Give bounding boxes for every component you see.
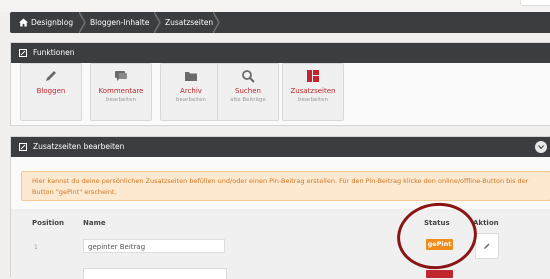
breadcrumb: Designblog Bloggen-Inhalte Zusatzseiten	[10, 12, 550, 33]
functions-panel-header: Funktionen	[11, 43, 550, 63]
page-name-input[interactable]: gepinter Beitrag	[83, 239, 225, 253]
page-name-input-row2[interactable]	[83, 268, 227, 279]
tile-label: Suchen	[235, 87, 261, 95]
comment-icon	[115, 71, 127, 81]
info-notice: Hier kannst du deine persönlichen Zusatz…	[21, 171, 550, 201]
edit-square-icon	[19, 49, 27, 57]
tile-sublabel: bearbeiten	[106, 97, 136, 103]
layout-icon	[307, 70, 319, 82]
pencil-icon	[484, 243, 490, 249]
column-header-position: Position	[32, 219, 65, 227]
tile-archiv[interactable]: Archiv bearbeiten	[160, 63, 222, 121]
tile-sublabel: bearbeiten	[298, 97, 328, 103]
column-header-name: Name	[83, 219, 106, 227]
search-icon	[242, 70, 255, 83]
collapse-button[interactable]	[535, 141, 547, 153]
breadcrumb-separator	[79, 12, 86, 33]
top-right-control[interactable]	[520, 0, 550, 6]
home-icon	[19, 18, 28, 27]
status-badge-row2[interactable]	[426, 270, 453, 278]
breadcrumb-item-zusatzseiten[interactable]: Zusatzseiten	[165, 12, 213, 33]
breadcrumb-item-designblog[interactable]: Designblog	[31, 12, 73, 33]
tile-label: Archiv	[180, 87, 202, 95]
tile-bloggen[interactable]: Bloggen	[20, 63, 82, 121]
pages-panel: Zusatzseiten bearbeiten Hier kannst du d…	[10, 136, 550, 279]
functions-panel: Funktionen Bloggen Kommentare bearbeiten…	[10, 42, 550, 126]
tile-label: Zusatzseiten	[290, 87, 336, 95]
tile-zusatzseiten[interactable]: Zusatzseiten bearbeiten	[282, 63, 344, 121]
pencil-icon	[46, 71, 56, 81]
tile-suchen[interactable]: Suchen alte Beiträge	[217, 63, 279, 121]
tile-kommentare[interactable]: Kommentare bearbeiten	[90, 63, 152, 121]
tile-sublabel: alte Beiträge	[230, 97, 266, 103]
edit-button[interactable]	[475, 233, 499, 259]
chevron-down-icon	[538, 145, 544, 149]
tile-label: Bloggen	[36, 87, 66, 95]
pages-panel-header: Zusatzseiten bearbeiten	[11, 137, 550, 157]
edit-square-icon	[19, 143, 27, 151]
column-header-action: Aktion	[473, 219, 499, 227]
folder-icon	[185, 72, 197, 81]
tile-label: Kommentare	[98, 87, 144, 95]
tile-sublabel: bearbeiten	[176, 97, 206, 103]
breadcrumb-item-bloggen-inhalte[interactable]: Bloggen-Inhalte	[90, 12, 149, 33]
breadcrumb-separator	[154, 12, 161, 33]
page-background	[0, 0, 550, 12]
row-position: 1	[34, 244, 38, 251]
pages-panel-title: Zusatzseiten bearbeiten	[33, 142, 125, 151]
functions-panel-title: Funktionen	[33, 48, 75, 57]
breadcrumb-separator	[213, 12, 220, 33]
